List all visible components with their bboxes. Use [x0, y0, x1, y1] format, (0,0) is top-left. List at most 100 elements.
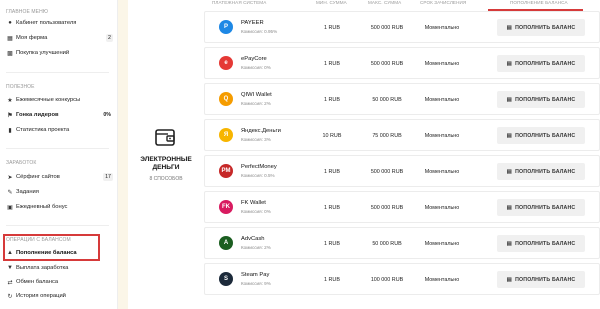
min-amount: 1 RUB: [324, 61, 340, 67]
epaycore-logo: e: [219, 56, 233, 70]
deposit-button-label: ПОПОЛНИТЬ БАЛАНС: [515, 96, 576, 103]
system-fee: Комиссия: 0.95%: [241, 29, 278, 34]
perfectmoney-logo: PM: [219, 164, 233, 178]
cursor-icon: ➤: [7, 174, 13, 181]
divider: [6, 148, 109, 149]
sidebar-item-tasks[interactable]: ✎ Задания: [6, 186, 113, 198]
sidebar-item-upgrades[interactable]: ▩ Покупка улучшений: [6, 47, 113, 59]
withdraw-icon: ▼: [7, 265, 13, 271]
deposit-button-label: ПОПОЛНИТЬ БАЛАНС: [515, 24, 576, 31]
divider: [6, 225, 109, 226]
system-fee: Комиссия: 3%: [241, 137, 271, 142]
sidebar: ГЛАВНОЕ МЕНЮ ● Кабинет пользователя ▦ Мо…: [0, 0, 118, 309]
sidebar-item-exchange[interactable]: ⇄ Обмен баланса: [6, 276, 113, 288]
sidebar-item-label: Задания: [16, 189, 39, 195]
divider: [6, 72, 109, 73]
system-name: AdvCash: [241, 236, 265, 242]
category-title-line2: ДЕНЬГИ: [152, 163, 180, 171]
deposit-button-label: ПОПОЛНИТЬ БАЛАНС: [515, 240, 576, 247]
sidebar-item-label: Сёрфинг сайтов: [16, 174, 60, 180]
system-name: PAYEER: [241, 20, 264, 26]
sidebar-item-leader-race[interactable]: ⚑ Гонка лидеров 0%: [6, 109, 113, 121]
card-icon: ▤: [506, 24, 513, 31]
system-fee: Комиссия: 9%: [241, 281, 271, 286]
advcash-logo: A: [219, 236, 233, 250]
section-title-balance: ОПЕРАЦИИ С БАЛАНСОМ: [6, 237, 71, 243]
cart-icon: ▩: [7, 50, 13, 57]
deposit-button-label: ПОПОЛНИТЬ БАЛАНС: [515, 60, 576, 67]
sidebar-item-label: Выплата заработка: [16, 265, 69, 271]
max-amount: 500 000 RUB: [370, 61, 404, 67]
history-icon: ↻: [7, 293, 13, 300]
sidebar-item-label: Обмен баланса: [16, 279, 59, 285]
steam-pay-logo: S: [219, 272, 233, 286]
min-amount: 1 RUB: [324, 25, 340, 31]
system-name: QIWI Wallet: [241, 92, 272, 98]
sidebar-item-contests[interactable]: ★ Ежемесячные конкурсы: [6, 94, 113, 106]
deposit-button[interactable]: ▤ ПОПОЛНИТЬ БАЛАНС: [497, 199, 585, 216]
deposit-button-label: ПОПОЛНИТЬ БАЛАНС: [515, 168, 576, 175]
credit-time: Моментально: [424, 277, 460, 283]
section-title-useful: ПОЛЕЗНОЕ: [6, 84, 35, 90]
sidebar-item-label: Ежедневный бонус: [16, 204, 68, 210]
sidebar-item-deposit[interactable]: ▲ Пополнение баланса: [6, 247, 113, 259]
table-row: Q QIWI Wallet Комиссия: 2% 1 RUB 50 000 …: [204, 83, 600, 115]
sidebar-item-label: История операций: [16, 293, 66, 299]
max-amount: 50 000 RUB: [372, 97, 402, 103]
max-amount: 75 000 RUB: [372, 133, 402, 139]
table-row: A AdvCash Комиссия: 2% 1 RUB 50 000 RUB …: [204, 227, 600, 259]
trophy-icon: ★: [7, 97, 13, 104]
pencil-icon: ✎: [7, 189, 13, 196]
deposit-button[interactable]: ▤ ПОПОЛНИТЬ БАЛАНС: [497, 235, 585, 252]
sidebar-item-withdraw[interactable]: ▼ Выплата заработка: [6, 262, 113, 274]
sidebar-item-label: Моя ферма: [16, 35, 48, 41]
header-system: ПЛАТЕЖНАЯ СИСТЕМА: [212, 0, 267, 5]
max-amount: 500 000 RUB: [370, 169, 404, 175]
card-icon: ▤: [506, 132, 513, 139]
deposit-button[interactable]: ▤ ПОПОЛНИТЬ БАЛАНС: [497, 55, 585, 72]
fk-wallet-logo: FK: [219, 200, 233, 214]
count-badge: 2: [106, 34, 113, 42]
credit-time: Моментально: [424, 97, 460, 103]
card-icon: ▤: [506, 276, 513, 283]
system-fee: Комиссия: 0%: [241, 65, 271, 70]
card-icon: ▤: [506, 240, 513, 247]
decorative-strip: [118, 0, 128, 309]
header-min: МИН. СУММА: [316, 0, 347, 5]
deposit-button-label: ПОПОЛНИТЬ БАЛАНС: [515, 204, 576, 211]
max-amount: 500 000 RUB: [370, 205, 404, 211]
section-title-earnings: ЗАРАБОТОК: [6, 160, 37, 166]
deposit-button[interactable]: ▤ ПОПОЛНИТЬ БАЛАНС: [497, 91, 585, 108]
category-title-line1: ЭЛЕКТРОННЫЕ: [140, 156, 192, 163]
table-row: S Steam Pay Комиссия: 9% 1 RUB 100 000 R…: [204, 263, 600, 295]
deposit-button[interactable]: ▤ ПОПОЛНИТЬ БАЛАНС: [497, 127, 585, 144]
system-name: ePayCore: [241, 56, 267, 62]
sidebar-item-label: Кабинет пользователя: [16, 20, 77, 26]
deposit-button[interactable]: ▤ ПОПОЛНИТЬ БАЛАНС: [497, 19, 585, 36]
sidebar-item-cabinet[interactable]: ● Кабинет пользователя: [6, 17, 113, 29]
deposit-button-label: ПОПОЛНИТЬ БАЛАНС: [515, 276, 576, 283]
sidebar-item-my-farm[interactable]: ▦ Моя ферма 2: [6, 32, 113, 44]
sidebar-item-statistics[interactable]: ▮ Статистика проекта: [6, 124, 113, 136]
table-row: Я Яндекс.Деньги Комиссия: 3% 10 RUB 75 0…: [204, 119, 600, 151]
max-amount: 500 000 RUB: [370, 25, 404, 31]
sidebar-item-label: Статистика проекта: [16, 127, 70, 133]
yandex-money-logo: Я: [219, 128, 233, 142]
flag-icon: ⚑: [7, 112, 13, 119]
category-title: ЭЛЕКТРОННЫЕ ДЕНЬГИ: [134, 156, 198, 171]
max-amount: 50 000 RUB: [372, 241, 402, 247]
sidebar-item-history[interactable]: ↻ История операций: [6, 290, 113, 302]
exchange-icon: ⇄: [7, 279, 13, 286]
payeer-logo: P: [219, 20, 233, 34]
sidebar-item-label: Ежемесячные конкурсы: [16, 97, 81, 103]
category-card: ЭЛЕКТРОННЫЕ ДЕНЬГИ 8 СПОСОБОВ: [138, 6, 194, 296]
deposit-button[interactable]: ▤ ПОПОЛНИТЬ БАЛАНС: [497, 163, 585, 180]
sidebar-item-label: Гонка лидеров: [16, 112, 59, 118]
deposit-button-label: ПОПОЛНИТЬ БАЛАНС: [515, 132, 576, 139]
card-icon: ▤: [506, 60, 513, 67]
sidebar-item-surfing[interactable]: ➤ Сёрфинг сайтов 17: [6, 171, 113, 183]
deposit-button[interactable]: ▤ ПОПОЛНИТЬ БАЛАНС: [497, 271, 585, 288]
section-title-main-menu: ГЛАВНОЕ МЕНЮ: [6, 9, 48, 15]
table-row: PM PerfectMoney Комиссия: 0.5% 1 RUB 500…: [204, 155, 600, 187]
sidebar-item-daily-bonus[interactable]: ▣ Ежедневный бонус: [6, 201, 113, 213]
